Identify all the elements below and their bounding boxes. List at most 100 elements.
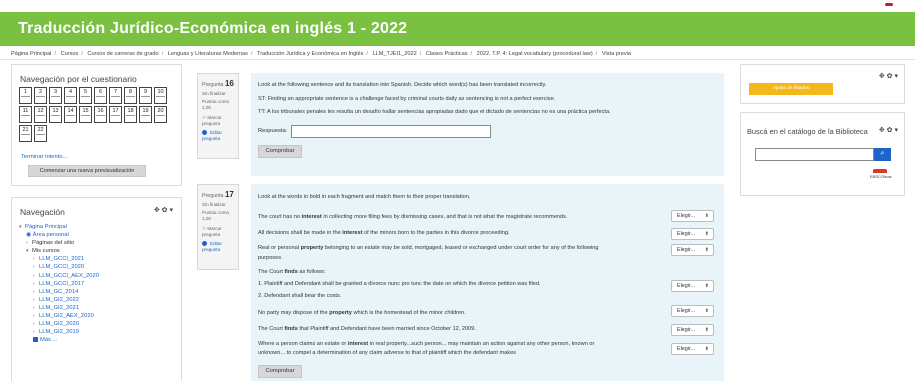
flag-question-toggle[interactable]: ⚐ Marcar pregunta — [202, 226, 222, 237]
breadcrumb-item[interactable]: LLM_TJEI1_2022 — [373, 51, 417, 57]
question-button[interactable]: 11 — [19, 106, 32, 123]
select-arrows-icon: ⬍ — [704, 327, 709, 333]
nav-item-course[interactable]: › LLM_GI2_2021 — [19, 304, 179, 312]
question-button[interactable]: 20 — [154, 106, 167, 123]
gear-icon — [202, 130, 207, 135]
question-button[interactable]: 5 — [79, 87, 92, 104]
match-select[interactable]: Elegir... ⬍ — [671, 280, 714, 292]
flag-question-toggle[interactable]: ⚐ Marcar pregunta — [202, 115, 222, 126]
question-button[interactable]: 1 — [19, 87, 32, 104]
question-button[interactable]: 9 — [139, 87, 152, 104]
nav-item-my-courses[interactable]: ▾ Mis cursos — [19, 247, 179, 255]
library-catalog-title: Buscá en el catálogo de la Biblioteca — [747, 127, 868, 136]
question-button[interactable]: 14 — [64, 106, 77, 123]
question-button[interactable]: 15 — [79, 106, 92, 123]
question-button[interactable]: 6 — [94, 87, 107, 104]
navigation-title: Navegación — [20, 207, 65, 217]
breadcrumb-item[interactable]: Cursos — [61, 51, 79, 57]
match-select[interactable]: Elegir... ⬍ — [671, 305, 714, 317]
question-17-content: Look at the words in bold in each fragme… — [251, 184, 724, 381]
match-fragment: Where a person claims an estate or inter… — [258, 341, 595, 347]
question-button[interactable]: 19 — [139, 106, 152, 123]
nav-item-course[interactable]: › LLM_GC_2014 — [19, 288, 179, 296]
question-button[interactable]: 18 — [124, 106, 137, 123]
question-button[interactable]: 4 — [64, 87, 77, 104]
check-button[interactable]: Comprobar — [258, 365, 302, 378]
question-button[interactable]: 10 — [154, 87, 167, 104]
match-fragment: unknown... to compel a determination of … — [258, 350, 516, 356]
finish-attempt-link[interactable]: Terminar intento... — [21, 154, 67, 160]
breadcrumb-item[interactable]: Lenguas y Literaturas Modernas — [168, 51, 248, 57]
question-button[interactable]: 17 — [109, 106, 122, 123]
breadcrumb-item[interactable]: Cursos de carreras de grado — [87, 51, 158, 57]
ajax-block: ✥ ✿ ▾ Ajalas de filtados — [740, 64, 905, 104]
question-state: Sin finalizar — [202, 202, 226, 207]
edit-question-link[interactable]: Editar pregunta — [202, 130, 222, 141]
select-arrows-icon: ⬍ — [704, 231, 709, 237]
question-grade: Puntúa como 1,00 — [202, 210, 230, 221]
match-select[interactable]: Elegir... ⬍ — [671, 324, 714, 336]
question-button[interactable]: 22 — [34, 125, 47, 142]
nav-item-course[interactable]: › LLM_GI2_2022 — [19, 296, 179, 304]
breadcrumb-item[interactable]: Clases Prácticas — [426, 51, 468, 57]
nav-item-more[interactable]: Más ... — [19, 336, 179, 344]
nav-item-course[interactable]: › LLM_GCCI_2017 — [19, 280, 179, 288]
question-number: Pregunta 17 — [202, 190, 234, 199]
match-fragment: No party may dispose of the property whi… — [258, 310, 466, 316]
nav-item-course[interactable]: › LLM_GI2_AEX_2020 — [19, 312, 179, 320]
ebsco-logo[interactable]: EBSCOhost — [870, 169, 892, 179]
breadcrumb-divider — [0, 59, 915, 60]
more-icon — [33, 337, 38, 343]
question-button[interactable]: 2 — [34, 87, 47, 104]
block-controls-icon[interactable]: ✥ ✿ ▾ — [154, 206, 173, 214]
search-icon[interactable]: ⌕ — [874, 148, 891, 161]
answer-input[interactable] — [291, 125, 491, 138]
question-button[interactable]: 13 — [49, 106, 62, 123]
top-strip — [0, 0, 915, 12]
breadcrumb-item[interactable]: Página Principal — [11, 51, 51, 57]
nav-item-course[interactable]: › LLM_GCCI_2021 — [19, 255, 179, 263]
match-select[interactable]: Elegir... ⬍ — [671, 244, 714, 256]
dashboard-icon: ◉ — [26, 232, 33, 239]
question-button[interactable]: 7 — [109, 87, 122, 104]
source-text: ST: Finding an appropriate sentence is a… — [258, 96, 556, 102]
question-button[interactable]: 8 — [124, 87, 137, 104]
nav-item-home[interactable]: ▾ Página Principal — [19, 223, 179, 231]
ajax-button[interactable]: Ajalas de filtados — [749, 83, 833, 95]
question-button[interactable]: 3 — [49, 87, 62, 104]
question-button[interactable]: 16 — [94, 106, 107, 123]
match-fragment: The Court finds as follows: — [258, 269, 326, 275]
select-arrows-icon: ⬍ — [704, 213, 709, 219]
match-select[interactable]: Elegir... ⬍ — [671, 228, 714, 240]
library-catalog-block: Buscá en el catálogo de la Biblioteca ✥ … — [740, 112, 905, 196]
navigation-block: Navegación ✥ ✿ ▾ ▾ Página Principal ◉ Áre… — [11, 197, 182, 381]
edit-question-link[interactable]: Editar pregunta — [202, 241, 222, 252]
new-preview-button[interactable]: Comenzar una nueva previsualización — [28, 165, 146, 177]
block-controls-icon[interactable]: ✥ ✿ ▾ — [879, 126, 898, 134]
match-fragment: The Court finds that Plaintiff and Defen… — [258, 326, 476, 332]
nav-item-course[interactable]: › LLM_GCCI_AEX_2020 — [19, 272, 179, 280]
match-select[interactable]: Elegir... ⬍ — [671, 343, 714, 355]
question-button[interactable]: 21 — [19, 125, 32, 142]
question-grade: Puntúa como 1,00 — [202, 99, 230, 110]
nav-item-course[interactable]: › LLM_GI2_2020 — [19, 320, 179, 328]
match-fragment: Real or personal property belonging to a… — [258, 245, 599, 251]
question-number: Pregunta 16 — [202, 79, 234, 88]
block-controls-icon[interactable]: ✥ ✿ ▾ — [879, 72, 898, 80]
catalog-search-input[interactable] — [755, 148, 874, 161]
nav-item-dashboard[interactable]: ◉ Área personal — [19, 231, 179, 239]
nav-item-course[interactable]: › LLM_GCCI_2020 — [19, 263, 179, 271]
nav-item-site-pages[interactable]: › Páginas del sitio — [19, 239, 179, 247]
question-button[interactable]: 12 — [34, 106, 47, 123]
check-button[interactable]: Comprobar — [258, 145, 302, 158]
user-menu-indicator[interactable] — [885, 3, 893, 6]
match-select[interactable]: Elegir... ⬍ — [671, 210, 714, 222]
breadcrumb-item[interactable]: 2022. T.P. 4: Legal vocabulary (procedur… — [477, 51, 593, 57]
answer-label: Respuesta: — [258, 128, 288, 134]
question-17-info: Pregunta 17 Sin finalizar Puntúa como 1,0… — [197, 184, 239, 270]
question-16-content: Look at the following sentence and its t… — [251, 73, 724, 176]
gear-icon — [202, 241, 207, 246]
breadcrumb-item[interactable]: Traducción Jurídica y Económica en Inglé… — [257, 51, 363, 57]
breadcrumb: Página Principal / Cursos / Cursos de carr… — [11, 51, 631, 57]
nav-item-course[interactable]: › LLM_GI2_2019 — [19, 328, 179, 336]
